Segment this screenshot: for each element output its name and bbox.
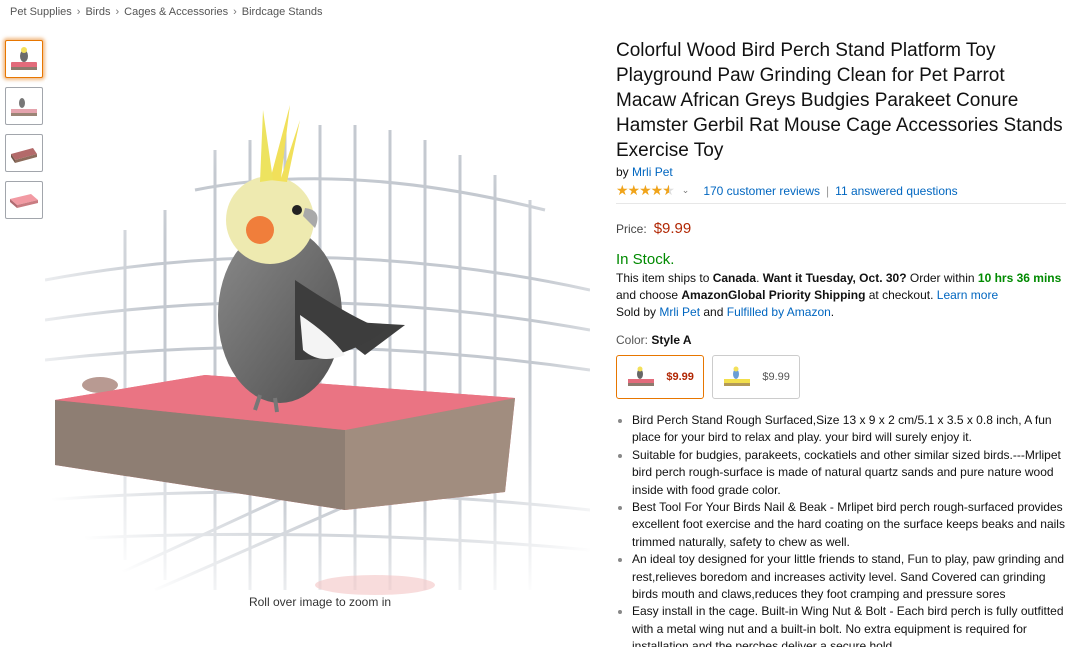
shipping-method: AmazonGlobal Priority Shipping (681, 288, 866, 302)
by-label: by (616, 165, 629, 179)
answered-questions-link[interactable]: 11 answered questions (835, 184, 958, 198)
separator: | (826, 183, 830, 198)
price-value: $9.99 (653, 220, 692, 237)
rating-row: ★★★★★ ★ ⌄ 170 customer reviews | 11 answe… (616, 182, 1066, 204)
swatch-style-b[interactable]: $9.99 (712, 355, 800, 399)
feature-bullets: Bird Perch Stand Rough Surfaced,Size 13 … (616, 412, 1066, 647)
stock-status: In Stock. (616, 251, 675, 268)
thumbnail-4[interactable] (5, 181, 43, 219)
breadcrumb-separator: › (115, 6, 120, 18)
ship-text: Order within (906, 271, 978, 285)
delivery-date: Want it Tuesday, Oct. 30? (762, 271, 907, 285)
style-swatches: $9.99 $9.99 (616, 355, 1066, 399)
breadcrumb-separator: › (76, 6, 81, 18)
zoom-hint: Roll over image to zoom in (248, 595, 392, 609)
ship-text: . (830, 305, 835, 319)
breadcrumb-birds[interactable]: Birds (85, 6, 110, 18)
color-label: Color: Style A (616, 333, 1066, 347)
fulfilled-by-amazon-link[interactable]: Fulfilled by Amazon (727, 305, 831, 319)
image-thumbnails (5, 40, 43, 219)
ship-text: This item ships to (616, 271, 713, 285)
learn-more-link[interactable]: Learn more (937, 288, 998, 302)
order-countdown: 10 hrs 36 mins (977, 271, 1062, 285)
price-label: Price: (616, 222, 647, 236)
product-title: Colorful Wood Bird Perch Stand Platform … (616, 40, 1063, 161)
breadcrumb-separator: › (233, 6, 237, 18)
feature-bullet: Suitable for budgies, parakeets, cockati… (632, 447, 1066, 499)
style-b-thumbnail-icon (724, 366, 751, 386)
breadcrumb-pet-supplies[interactable]: Pet Supplies (10, 6, 72, 18)
shipping-info: This item ships to Canada. Want it Tuesd… (616, 270, 1066, 321)
ship-text: at checkout. (865, 288, 937, 302)
swatch-style-a[interactable]: $9.99 (616, 355, 704, 399)
swatch-price: $9.99 (666, 371, 694, 383)
ship-text: . (756, 271, 763, 285)
chevron-down-icon[interactable]: ⌄ (682, 185, 690, 196)
style-a-thumbnail-icon (628, 366, 655, 386)
color-selected-value: Style A (651, 333, 692, 347)
product-details: Colorful Wood Bird Perch Stand Platform … (616, 38, 1066, 647)
breadcrumb: Pet Supplies › Birds › Cages & Accessori… (10, 6, 323, 18)
ship-text: and (700, 305, 727, 319)
color-label-text: Color: (616, 333, 649, 347)
swatch-price: $9.99 (762, 371, 790, 383)
ship-country: Canada (712, 271, 757, 285)
customer-reviews-link[interactable]: 170 customer reviews (703, 184, 820, 198)
thumbnail-2[interactable] (5, 87, 43, 125)
brand-link[interactable]: Mrli Pet (632, 165, 673, 179)
main-product-image[interactable] (44, 80, 591, 595)
seller-link[interactable]: Mrli Pet (659, 305, 700, 319)
thumbnail-3[interactable] (5, 134, 43, 172)
ship-text: Sold by (616, 305, 660, 319)
price-row: Price: $9.99 (616, 220, 1066, 237)
thumbnail-1[interactable] (5, 40, 43, 78)
ship-text: and choose (616, 288, 682, 302)
feature-bullet: Easy install in the cage. Built-in Wing … (632, 603, 1066, 647)
breadcrumb-birdcage-stands[interactable]: Birdcage Stands (242, 6, 323, 18)
star-rating-icon[interactable]: ★★★★★ ★ (616, 182, 675, 199)
feature-bullet: Bird Perch Stand Rough Surfaced,Size 13 … (632, 412, 1066, 447)
byline: by Mrli Pet (616, 165, 1066, 179)
feature-bullet: An ideal toy designed for your little fr… (632, 551, 1066, 603)
feature-bullet: Best Tool For Your Birds Nail & Beak - M… (632, 499, 1066, 551)
breadcrumb-cages-accessories[interactable]: Cages & Accessories (124, 6, 228, 18)
